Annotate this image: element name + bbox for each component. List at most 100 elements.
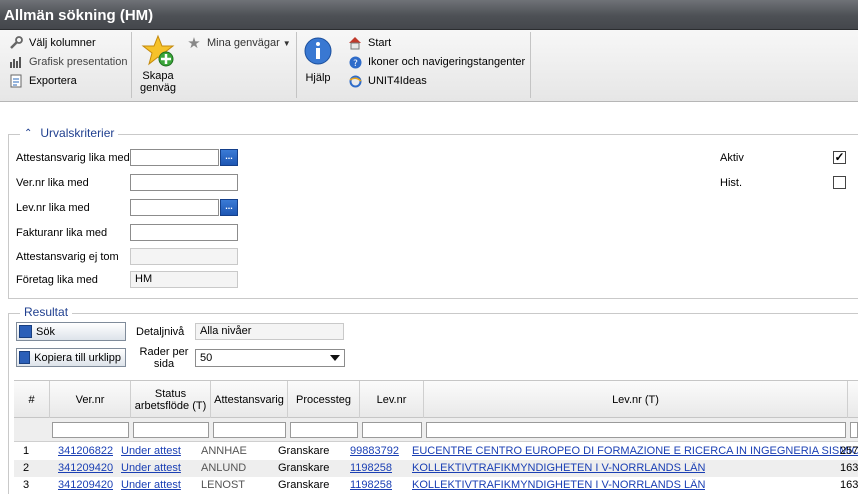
levnamn-link[interactable]: KOLLEKTIVTRAFIKMYNDIGHETEN I V-NORRLANDS… xyxy=(412,462,705,474)
levnamn-link[interactable]: KOLLEKTIVTRAFIKMYNDIGHETEN I V-NORRLANDS… xyxy=(412,479,705,491)
process-cell: Granskare xyxy=(278,445,330,457)
window-title: Allmän sökning (HM) xyxy=(0,0,858,30)
start-link[interactable]: Start xyxy=(347,34,391,52)
attest-cell: LENOST xyxy=(201,479,246,491)
unit4ideas-link[interactable]: UNIT4Ideas xyxy=(347,72,427,90)
attest-cell: ANLUND xyxy=(201,462,247,474)
levnr-input[interactable] xyxy=(130,199,219,216)
filter-vernr-input[interactable] xyxy=(52,422,129,438)
star-add-icon xyxy=(136,34,180,70)
dropdown-arrow-icon xyxy=(330,355,340,361)
bar-chart-icon xyxy=(8,55,24,69)
results-border-top xyxy=(8,313,858,314)
company-field: HM xyxy=(130,271,238,288)
filter-fa-input[interactable] xyxy=(850,422,858,438)
column-header-process[interactable]: Processteg xyxy=(288,381,360,418)
table-row[interactable]: 1 341206822 Under attest ANNHAE Granskar… xyxy=(14,443,858,460)
browser-icon xyxy=(347,74,363,88)
levnr-link[interactable]: 1198258 xyxy=(350,479,392,491)
rows-per-page-select[interactable]: 50 xyxy=(195,349,345,367)
my-shortcuts-dropdown[interactable]: ★ Mina genvägar ▼ xyxy=(186,34,291,52)
levnr-picker-button[interactable]: ... xyxy=(220,199,238,216)
filter-attest-input[interactable] xyxy=(213,422,286,438)
levnamn-link[interactable]: EUCENTRE CENTRO EUROPEO DI FORMAZIONE E … xyxy=(412,445,858,457)
chevron-down-icon: ▼ xyxy=(282,38,291,48)
search-icon xyxy=(19,325,32,338)
criteria-border-left xyxy=(8,134,9,299)
table-row[interactable]: 2 341209420 Under attest ANLUND Granskar… xyxy=(14,460,858,477)
fa-cell: 163 xyxy=(840,462,858,474)
results-grid-header: # Ver.nr Status arbetsflöde (T) Attestan… xyxy=(14,380,858,418)
column-header-levnamn[interactable]: Lev.nr (T) xyxy=(424,381,848,418)
invoice-input[interactable] xyxy=(130,224,238,241)
vernr-label: Ver.nr lika med xyxy=(16,177,89,189)
levnr-link[interactable]: 99883792 xyxy=(350,445,399,457)
home-icon xyxy=(347,36,363,50)
ribbon-toolbar: Välj kolumner Grafisk presentation Expor… xyxy=(0,30,858,102)
filter-levnr-input[interactable] xyxy=(362,422,422,438)
column-header-status[interactable]: Status arbetsflöde (T) xyxy=(131,381,211,418)
fa-cell: 163 xyxy=(840,479,858,491)
results-border-left xyxy=(8,313,9,494)
row-number: 1 xyxy=(23,445,30,457)
search-button[interactable]: Sök xyxy=(16,322,126,341)
vernr-input[interactable] xyxy=(130,174,238,191)
row-number: 3 xyxy=(23,479,30,491)
status-link[interactable]: Under attest xyxy=(121,445,181,457)
star-icon: ★ xyxy=(187,35,201,52)
criteria-header[interactable]: ⌃ Urvalskriterier xyxy=(20,126,119,140)
attest-not-empty-label: Attestansvarig ej tom xyxy=(16,251,119,263)
info-icon xyxy=(302,36,334,72)
grid-filter-row xyxy=(14,418,858,442)
filter-status-input[interactable] xyxy=(133,422,209,438)
ribbon-separator xyxy=(530,32,531,98)
clipboard-icon xyxy=(19,351,31,364)
attest-not-empty-field xyxy=(130,248,238,265)
graphic-presentation-button[interactable]: Grafisk presentation xyxy=(8,53,127,71)
attest-picker-button[interactable]: ... xyxy=(220,149,238,166)
filter-levnamn-input[interactable] xyxy=(426,422,846,438)
ribbon-separator xyxy=(296,32,297,98)
column-header-fa[interactable]: Fa xyxy=(848,381,858,418)
levnr-link[interactable]: 1198258 xyxy=(350,462,392,474)
invoice-label: Fakturanr lika med xyxy=(16,227,108,239)
column-header-number[interactable]: # xyxy=(14,381,50,418)
company-label: Företag lika med xyxy=(16,274,98,286)
status-link[interactable]: Under attest xyxy=(121,479,181,491)
vernr-link[interactable]: 341209420 xyxy=(58,462,113,474)
results-header: Resultat xyxy=(20,305,73,319)
column-header-vernr[interactable]: Ver.nr xyxy=(50,381,131,418)
detail-level-label: Detaljnivå xyxy=(136,326,185,338)
create-shortcut-button[interactable]: Skapa genväg xyxy=(136,34,180,94)
collapse-chevron-icon: ⌃ xyxy=(24,127,33,139)
attest-label: Attestansvarig lika med xyxy=(16,152,130,164)
criteria-border-bottom xyxy=(8,298,858,299)
wrench-icon xyxy=(8,36,24,50)
process-cell: Granskare xyxy=(278,462,330,474)
detail-level-field: Alla nivåer xyxy=(195,323,344,340)
vernr-link[interactable]: 341206822 xyxy=(58,445,113,457)
vernr-link[interactable]: 341209420 xyxy=(58,479,113,491)
table-row[interactable]: 3 341209420 Under attest LENOST Granskar… xyxy=(14,477,858,494)
ribbon-separator xyxy=(131,32,132,98)
copy-to-clipboard-button[interactable]: Kopiera till urklipp xyxy=(16,348,126,367)
export-button[interactable]: Exportera xyxy=(8,72,77,90)
icons-keys-link[interactable]: ? Ikoner och navigeringstangenter xyxy=(347,53,525,71)
column-header-levnr[interactable]: Lev.nr xyxy=(360,381,424,418)
hist-label: Hist. xyxy=(720,177,742,189)
active-label: Aktiv xyxy=(720,152,744,164)
column-header-attest[interactable]: Attestansvarig xyxy=(211,381,288,418)
fa-cell: 257 xyxy=(840,445,858,457)
active-checkbox[interactable]: ✓ xyxy=(833,151,846,164)
filter-process-input[interactable] xyxy=(290,422,358,438)
rows-per-page-label: Rader per sida xyxy=(139,346,189,370)
svg-text:?: ? xyxy=(353,59,358,69)
attest-input[interactable] xyxy=(130,149,219,166)
attest-cell: ANNHAE xyxy=(201,445,247,457)
status-link[interactable]: Under attest xyxy=(121,462,181,474)
hist-checkbox[interactable] xyxy=(833,176,846,189)
process-cell: Granskare xyxy=(278,479,330,491)
export-icon xyxy=(8,74,24,88)
choose-columns-button[interactable]: Välj kolumner xyxy=(8,34,96,52)
help-button[interactable]: Hjälp xyxy=(302,36,334,84)
